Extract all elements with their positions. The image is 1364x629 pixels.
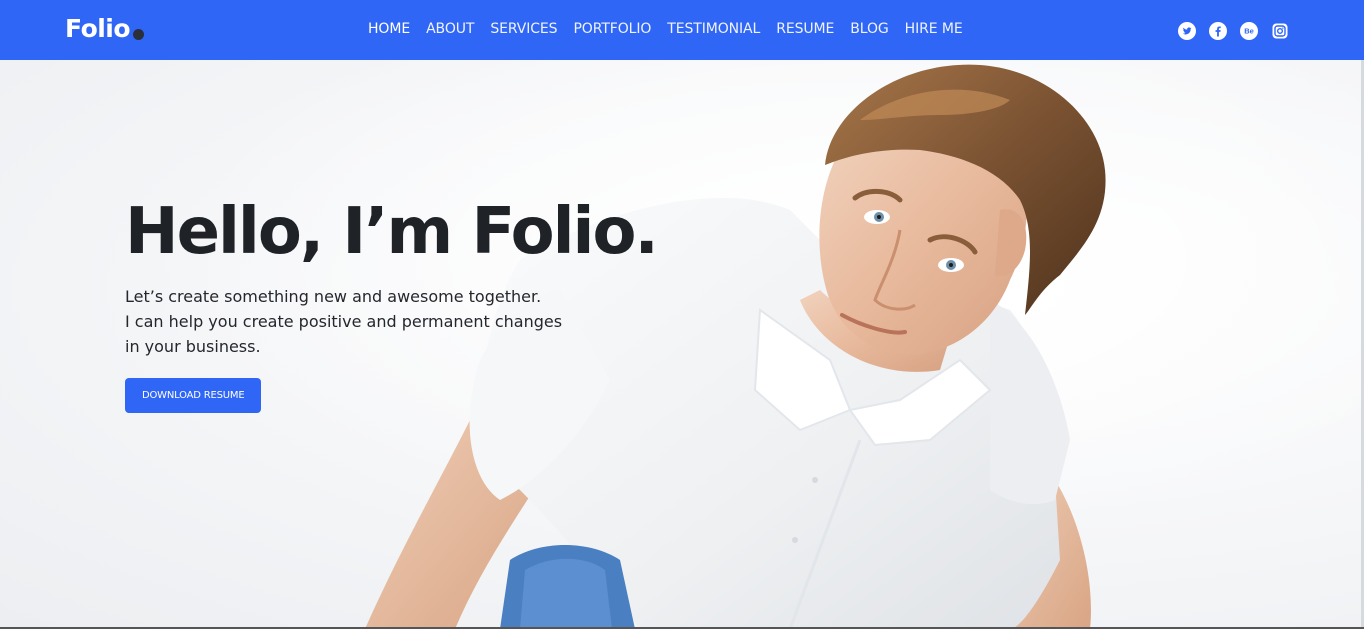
nav-link-blog[interactable]: BLOG — [850, 19, 888, 39]
social-links: Be — [1178, 22, 1289, 40]
hero-subtitle: Let’s create something new and awesome t… — [125, 284, 563, 359]
page: Folio HOME ABOUT SERVICES PORTFOLIO TEST… — [0, 0, 1364, 629]
hero-subtitle-line: in your business. — [125, 337, 261, 356]
behance-icon[interactable]: Be — [1240, 22, 1258, 40]
facebook-icon[interactable] — [1209, 22, 1227, 40]
logo-dot — [133, 29, 144, 40]
svg-text:Be: Be — [1244, 27, 1254, 36]
nav-link-resume[interactable]: RESUME — [776, 19, 834, 39]
site-header: Folio HOME ABOUT SERVICES PORTFOLIO TEST… — [0, 0, 1364, 60]
nav-link-home[interactable]: HOME — [368, 19, 410, 39]
download-resume-button[interactable]: DOWNLOAD RESUME — [125, 378, 262, 413]
twitter-icon[interactable] — [1178, 22, 1196, 40]
site-logo[interactable]: Folio — [65, 14, 131, 44]
nav-link-portfolio[interactable]: PORTFOLIO — [573, 19, 651, 39]
hero-subtitle-line: Let’s create something new and awesome t… — [125, 287, 542, 306]
hero-subtitle-line: I can help you create positive and perma… — [125, 312, 563, 331]
nav-link-hire-me[interactable]: HIRE ME — [905, 19, 963, 39]
main-nav: HOME ABOUT SERVICES PORTFOLIO TESTIMONIA… — [368, 19, 963, 39]
hero-text-block: Hello, I’m Folio. Let’s create something… — [125, 192, 659, 413]
nav-link-testimonial[interactable]: TESTIMONIAL — [667, 19, 760, 39]
instagram-icon[interactable] — [1271, 22, 1289, 40]
nav-link-about[interactable]: ABOUT — [426, 19, 474, 39]
nav-link-services[interactable]: SERVICES — [490, 19, 557, 39]
hero-section: Hello, I’m Folio. Let’s create something… — [0, 60, 1364, 629]
hero-title: Hello, I’m Folio. — [125, 195, 659, 269]
